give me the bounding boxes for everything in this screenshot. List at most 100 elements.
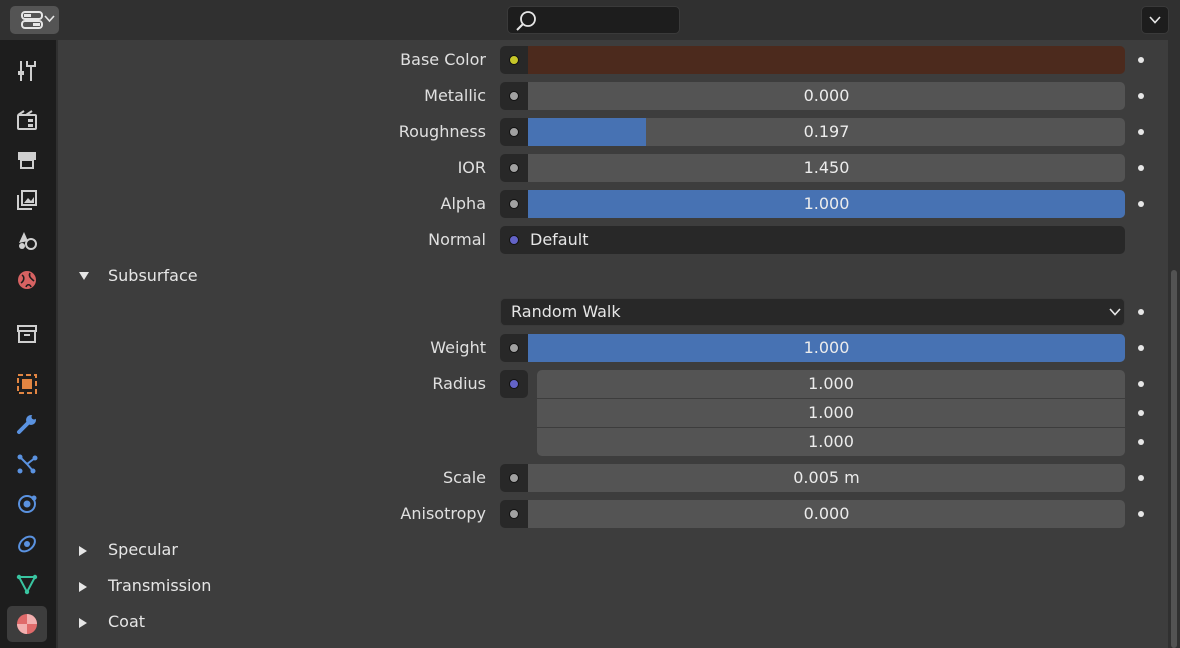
scale-row: Scale 0.005 m bbox=[0, 464, 1180, 492]
subsurface-method-row: Random Walk bbox=[0, 298, 1180, 326]
ior-field[interactable]: 1.450 bbox=[528, 154, 1125, 182]
roughness-slider[interactable]: 0.197 bbox=[528, 118, 1125, 146]
specular-panel-header[interactable]: Specular bbox=[0, 536, 400, 564]
socket-icon bbox=[509, 379, 519, 389]
normal-input[interactable]: Default bbox=[500, 226, 1125, 254]
base-color-swatch[interactable] bbox=[528, 46, 1125, 74]
ior-row: IOR 1.450 bbox=[0, 154, 1180, 182]
roughness-value: 0.197 bbox=[803, 122, 850, 141]
socket-icon bbox=[509, 235, 519, 245]
keyframe-dot-icon[interactable] bbox=[1138, 381, 1144, 387]
scale-field[interactable]: 0.005 m bbox=[528, 464, 1125, 492]
metallic-value: 0.000 bbox=[803, 86, 850, 105]
metallic-row: Metallic 0.000 bbox=[0, 82, 1180, 110]
anisotropy-row: Anisotropy 0.000 bbox=[0, 500, 1180, 528]
scale-socket-button[interactable] bbox=[500, 464, 528, 492]
chevron-down-icon bbox=[1109, 308, 1121, 316]
editor-type-icon bbox=[21, 11, 43, 29]
metallic-label: Metallic bbox=[424, 86, 486, 105]
coat-panel-header[interactable]: Coat bbox=[0, 608, 400, 636]
transmission-title: Transmission bbox=[108, 576, 212, 595]
scrollbar-thumb[interactable] bbox=[1171, 270, 1177, 648]
header-bar bbox=[0, 0, 1180, 40]
radius-x-field[interactable]: 1.000 bbox=[537, 370, 1125, 398]
chevron-down-icon bbox=[44, 15, 55, 23]
metallic-socket-button[interactable] bbox=[500, 82, 528, 110]
options-button[interactable] bbox=[1141, 6, 1169, 34]
radius-row-z: 1.000 bbox=[0, 428, 1180, 456]
subsurface-panel-header[interactable]: Subsurface bbox=[0, 262, 400, 290]
weight-socket-button[interactable] bbox=[500, 334, 528, 362]
anisotropy-label: Anisotropy bbox=[400, 504, 486, 523]
base-color-socket-button[interactable] bbox=[500, 46, 528, 74]
subsurface-method-dropdown[interactable]: Random Walk bbox=[500, 298, 1125, 326]
subsurface-method-value: Random Walk bbox=[511, 302, 621, 321]
radius-row-y: 1.000 bbox=[0, 399, 1180, 427]
ior-socket-button[interactable] bbox=[500, 154, 528, 182]
radius-y-value: 1.000 bbox=[808, 403, 854, 422]
roughness-label: Roughness bbox=[398, 122, 486, 141]
alpha-label: Alpha bbox=[440, 194, 487, 213]
alpha-value: 1.000 bbox=[803, 194, 850, 213]
editor-type-button[interactable] bbox=[10, 6, 59, 34]
ior-label: IOR bbox=[457, 158, 486, 177]
scale-value: 0.005 m bbox=[793, 468, 860, 487]
specular-title: Specular bbox=[108, 540, 178, 559]
keyframe-dot-icon[interactable] bbox=[1138, 93, 1144, 99]
keyframe-dot-icon[interactable] bbox=[1138, 439, 1144, 445]
keyframe-dot-icon[interactable] bbox=[1138, 511, 1144, 517]
base-color-label: Base Color bbox=[400, 50, 486, 69]
keyframe-dot-icon[interactable] bbox=[1138, 165, 1144, 171]
normal-label: Normal bbox=[428, 230, 486, 249]
radius-label: Radius bbox=[432, 374, 486, 393]
anisotropy-slider[interactable]: 0.000 bbox=[528, 500, 1125, 528]
keyframe-dot-icon[interactable] bbox=[1138, 345, 1144, 351]
socket-icon bbox=[509, 55, 519, 65]
weight-slider[interactable]: 1.000 bbox=[528, 334, 1125, 362]
radius-z-field[interactable]: 1.000 bbox=[537, 428, 1125, 456]
ior-value: 1.450 bbox=[803, 158, 850, 177]
socket-icon bbox=[509, 127, 519, 137]
anisotropy-value: 0.000 bbox=[803, 504, 850, 523]
weight-label: Weight bbox=[430, 338, 486, 357]
socket-icon bbox=[509, 473, 519, 483]
collapsed-arrow-icon bbox=[79, 582, 87, 592]
socket-icon bbox=[509, 91, 519, 101]
alpha-slider[interactable]: 1.000 bbox=[528, 190, 1125, 218]
socket-icon bbox=[509, 199, 519, 209]
socket-icon bbox=[509, 509, 519, 519]
alpha-row: Alpha 1.000 bbox=[0, 190, 1180, 218]
chevron-down-icon bbox=[1149, 16, 1161, 24]
weight-value: 1.000 bbox=[803, 338, 850, 357]
metallic-slider[interactable]: 0.000 bbox=[528, 82, 1125, 110]
keyframe-dot-icon[interactable] bbox=[1138, 201, 1144, 207]
normal-value: Default bbox=[530, 230, 589, 249]
keyframe-dot-icon[interactable] bbox=[1138, 410, 1144, 416]
alpha-socket-button[interactable] bbox=[500, 190, 528, 218]
radius-socket-button[interactable] bbox=[500, 370, 528, 398]
normal-row: Normal Default bbox=[0, 226, 1180, 254]
search-input[interactable] bbox=[507, 6, 680, 34]
keyframe-dot-icon[interactable] bbox=[1138, 475, 1144, 481]
transmission-panel-header[interactable]: Transmission bbox=[0, 572, 400, 600]
keyframe-dot-icon[interactable] bbox=[1138, 309, 1144, 315]
expanded-arrow-icon bbox=[79, 272, 89, 280]
coat-title: Coat bbox=[108, 612, 146, 631]
roughness-socket-button[interactable] bbox=[500, 118, 528, 146]
collapsed-arrow-icon bbox=[79, 618, 87, 628]
radius-row: Radius 1.000 bbox=[0, 370, 1180, 398]
weight-row: Weight 1.000 bbox=[0, 334, 1180, 362]
base-color-row: Base Color bbox=[0, 46, 1180, 74]
socket-icon bbox=[509, 163, 519, 173]
subsurface-title: Subsurface bbox=[108, 266, 198, 285]
scale-label: Scale bbox=[442, 468, 486, 487]
radius-x-value: 1.000 bbox=[808, 374, 854, 393]
roughness-row: Roughness 0.197 bbox=[0, 118, 1180, 146]
radius-z-value: 1.000 bbox=[808, 432, 854, 451]
anisotropy-socket-button[interactable] bbox=[500, 500, 528, 528]
keyframe-dot-icon[interactable] bbox=[1138, 129, 1144, 135]
socket-icon bbox=[509, 343, 519, 353]
keyframe-dot-icon[interactable] bbox=[1138, 57, 1144, 63]
radius-y-field[interactable]: 1.000 bbox=[537, 399, 1125, 427]
search-icon bbox=[516, 11, 536, 31]
